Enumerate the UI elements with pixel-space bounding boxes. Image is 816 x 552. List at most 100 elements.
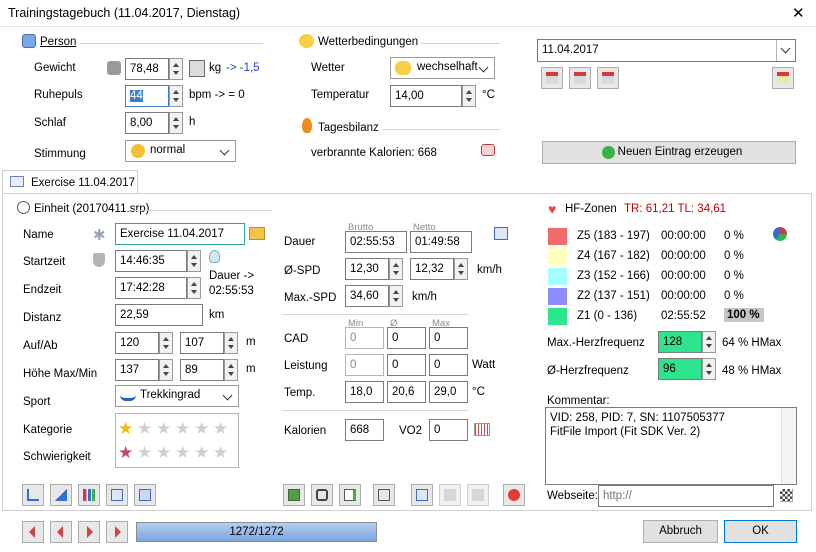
altitude-max-spinner[interactable] <box>159 359 173 381</box>
area-chart-button[interactable] <box>50 484 72 506</box>
distance-input[interactable]: 22,59 <box>115 304 203 326</box>
calendar-prev-button[interactable] <box>541 67 563 89</box>
descent-spinner[interactable] <box>224 332 238 354</box>
new-entry-button[interactable]: Neuen Eintrag erzeugen <box>542 141 796 164</box>
avg-hr-input[interactable]: 96 <box>658 358 702 380</box>
sleep-spinner[interactable] <box>169 112 183 134</box>
max-hr-spinner[interactable] <box>702 331 716 353</box>
cadence-max[interactable]: 0 <box>429 327 468 349</box>
avg-speed-brutto[interactable]: 12,30 <box>345 258 389 280</box>
category-label: Kategorie <box>23 424 73 436</box>
temp-avg[interactable]: 20,6 <box>387 381 426 403</box>
temp-max[interactable]: 29,0 <box>429 381 468 403</box>
comment-scrollbar[interactable] <box>781 408 796 484</box>
difficulty-star-6[interactable]: ★ <box>213 444 228 461</box>
line-chart-button[interactable] <box>22 484 44 506</box>
comment-textarea[interactable]: VID: 258, PID: 7, SN: 1107505377 FitFile… <box>545 407 797 485</box>
hand-icon[interactable] <box>481 144 495 156</box>
calendar-today-button[interactable] <box>569 67 591 89</box>
avg-hr-spinner[interactable] <box>702 358 716 380</box>
pie-chart-icon[interactable] <box>773 227 787 241</box>
rss-button[interactable] <box>439 484 461 506</box>
first-record-button[interactable] <box>22 521 44 543</box>
max-speed-spinner[interactable] <box>389 285 403 307</box>
end-spinner[interactable] <box>187 277 201 299</box>
max-hr-input[interactable]: 128 <box>658 331 702 353</box>
start-spinner[interactable] <box>187 250 201 272</box>
qr-code-icon[interactable] <box>780 489 793 502</box>
prev-record-button[interactable] <box>50 521 72 543</box>
website-input[interactable] <box>598 485 774 507</box>
weight-label: Gewicht <box>34 62 76 74</box>
image-button[interactable] <box>283 484 305 506</box>
altitude-min-input[interactable]: 89 <box>180 359 224 381</box>
name-input[interactable]: Exercise 11.04.2017 <box>115 223 245 245</box>
vo2-input[interactable]: 0 <box>429 419 468 441</box>
calculator-icon[interactable] <box>189 60 205 77</box>
close-icon[interactable]: ✕ <box>792 4 805 22</box>
calendar-edit-button[interactable] <box>772 67 794 89</box>
difficulty-star-4[interactable]: ★ <box>175 444 190 461</box>
next-record-button[interactable] <box>78 521 100 543</box>
ascent-input[interactable]: 120 <box>115 332 159 354</box>
difficulty-rating[interactable]: ★ ★ ★ ★ ★ ★ <box>118 444 238 462</box>
sport-dropdown[interactable]: Trekkingrad <box>115 385 239 407</box>
weight-spinner[interactable] <box>169 58 183 80</box>
category-star-3[interactable]: ★ <box>156 420 171 437</box>
altitude-min-spinner[interactable] <box>224 359 238 381</box>
copy-button[interactable] <box>411 484 433 506</box>
date-dropdown-button[interactable] <box>776 40 795 61</box>
temp-min[interactable]: 18,0 <box>345 381 384 403</box>
power-avg[interactable]: 0 <box>387 354 426 376</box>
sleep-input[interactable]: 8,00 <box>125 112 169 134</box>
cancel-button[interactable]: Abbruch <box>643 520 718 543</box>
calendar-grid-icon[interactable] <box>494 227 508 240</box>
weight-input[interactable]: 78,48 <box>125 58 169 80</box>
export-button[interactable] <box>134 484 156 506</box>
rest-pulse-spinner[interactable] <box>169 85 183 107</box>
altitude-max-input[interactable]: 137 <box>115 359 159 381</box>
calendar-next-button[interactable] <box>597 67 619 89</box>
category-star-2[interactable]: ★ <box>137 420 152 437</box>
mood-dropdown[interactable]: normal <box>125 140 236 162</box>
start-input[interactable]: 14:46:35 <box>115 250 187 272</box>
calories-input[interactable]: 668 <box>345 419 384 441</box>
power-max[interactable]: 0 <box>429 354 468 376</box>
wave-chart-icon[interactable] <box>474 423 490 436</box>
difficulty-star-2[interactable]: ★ <box>137 444 152 461</box>
equipment-button[interactable] <box>311 484 333 506</box>
difficulty-star-3[interactable]: ★ <box>156 444 171 461</box>
category-star-6[interactable]: ★ <box>213 420 228 437</box>
last-record-button[interactable] <box>106 521 128 543</box>
category-star-4[interactable]: ★ <box>175 420 190 437</box>
difficulty-star-1[interactable]: ★ <box>118 444 133 461</box>
weather-dropdown[interactable]: wechselhaft <box>390 57 495 79</box>
mail-button[interactable] <box>339 484 361 506</box>
upload-button[interactable] <box>467 484 489 506</box>
delete-button[interactable] <box>503 484 525 506</box>
rest-pulse-input[interactable]: 44 <box>125 85 169 107</box>
avg-speed-brutto-spinner[interactable] <box>389 258 403 280</box>
folder-icon[interactable] <box>249 227 265 240</box>
table-button[interactable] <box>106 484 128 506</box>
avg-speed-netto-spinner[interactable] <box>454 258 468 280</box>
category-rating[interactable]: ★ ★ ★ ★ ★ ★ <box>118 420 238 438</box>
category-star-1[interactable]: ★ <box>118 420 133 437</box>
descent-input[interactable]: 107 <box>180 332 224 354</box>
calculator-button[interactable] <box>373 484 395 506</box>
category-star-5[interactable]: ★ <box>194 420 209 437</box>
temperature-input[interactable]: 14,00 <box>390 85 462 107</box>
ok-button[interactable]: OK <box>724 520 797 543</box>
date-picker[interactable]: 11.04.2017 <box>537 39 796 62</box>
end-input[interactable]: 17:42:28 <box>115 277 187 299</box>
difficulty-star-5[interactable]: ★ <box>194 444 209 461</box>
cadence-avg[interactable]: 0 <box>387 327 426 349</box>
max-speed-input[interactable]: 34,60 <box>345 285 389 307</box>
tab-exercise[interactable]: Exercise 11.04.2017 <box>2 170 138 194</box>
avg-speed-netto[interactable]: 12,32 <box>410 258 454 280</box>
copy-icon <box>416 489 428 501</box>
temperature-spinner[interactable] <box>462 85 476 107</box>
ascent-spinner[interactable] <box>159 332 173 354</box>
tab-exercise-label: Exercise 11.04.2017 <box>31 177 135 189</box>
bar-chart-button[interactable] <box>78 484 100 506</box>
